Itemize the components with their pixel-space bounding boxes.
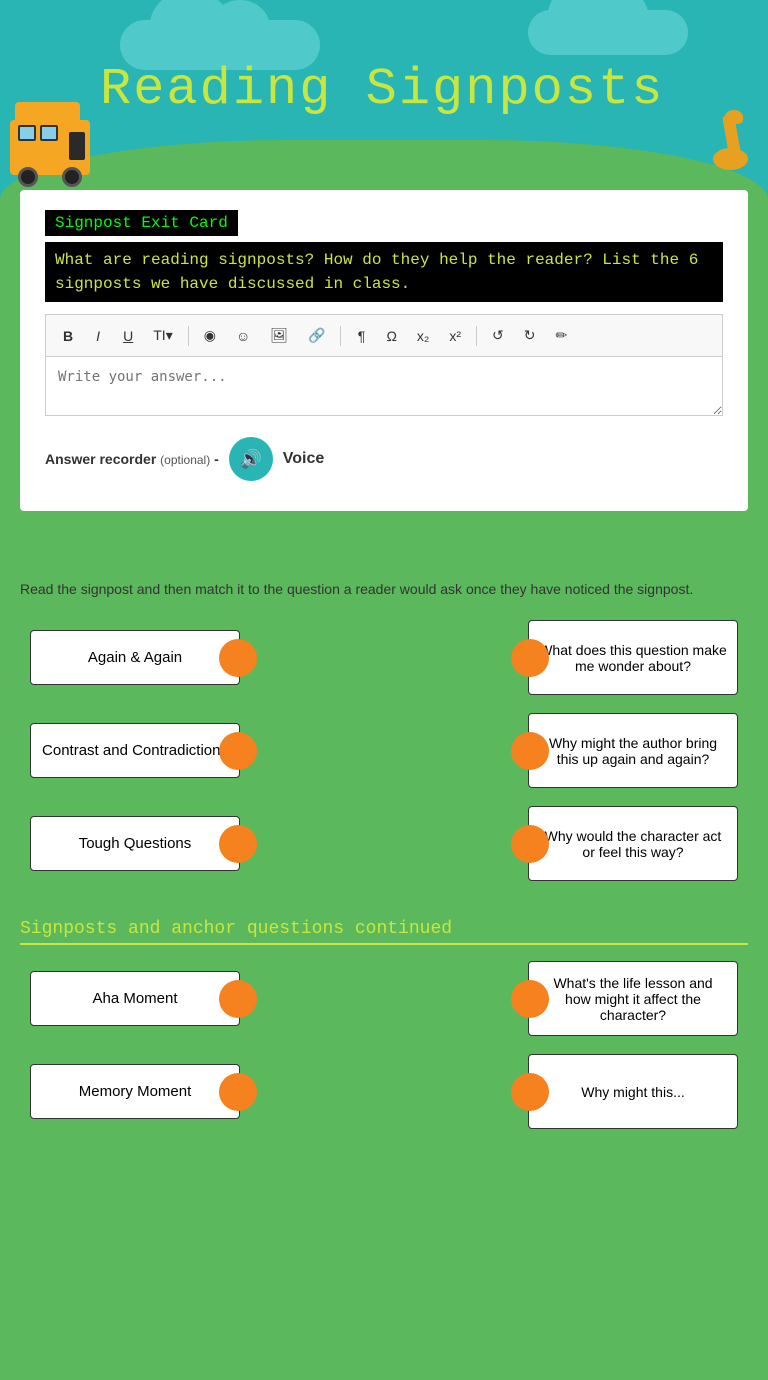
bus-door bbox=[69, 132, 85, 160]
bus-window-2 bbox=[40, 125, 58, 141]
main-card: Signpost Exit Card What are reading sign… bbox=[20, 190, 748, 511]
section2-title: Signposts and anchor questions continued bbox=[20, 919, 748, 945]
signpost-box-2[interactable]: Contrast and Contradictions bbox=[30, 723, 240, 778]
answer-box-4[interactable]: What's the life lesson and how might it … bbox=[528, 961, 738, 1036]
signpost-circle-4 bbox=[219, 980, 257, 1018]
undo-button[interactable]: ↺ bbox=[485, 323, 511, 348]
superscript-button[interactable]: x² bbox=[442, 324, 468, 348]
signpost-circle-2 bbox=[219, 732, 257, 770]
answer-input[interactable] bbox=[45, 356, 723, 416]
image-button[interactable]: 🖼 bbox=[263, 323, 295, 348]
answer-box-1[interactable]: What does this question make me wonder a… bbox=[528, 620, 738, 695]
matching-row-1: Again & Again What does this question ma… bbox=[30, 620, 738, 695]
matching-row-4: Aha Moment What's the life lesson and ho… bbox=[30, 961, 738, 1036]
recorder-label: Answer recorder (optional) - bbox=[45, 451, 219, 467]
answer-circle-3 bbox=[511, 825, 549, 863]
speaker-icon: 🔊 bbox=[240, 449, 262, 470]
toolbar-divider-2 bbox=[340, 326, 341, 346]
link-button[interactable]: 🔗 bbox=[301, 323, 332, 348]
signpost-circle-5 bbox=[219, 1073, 257, 1111]
matching-row-5: Memory Moment Why might this... bbox=[30, 1054, 738, 1129]
recorder-voice-label: Voice bbox=[283, 450, 325, 468]
recorder-button[interactable]: 🔊 bbox=[229, 437, 273, 481]
bold-button[interactable]: B bbox=[56, 324, 80, 348]
text-style-button[interactable]: TI▾ bbox=[146, 323, 179, 348]
matching-row-3: Tough Questions Why would the character … bbox=[30, 806, 738, 881]
giraffe bbox=[708, 110, 748, 180]
section2-bg: Signposts and anchor questions continued… bbox=[0, 899, 768, 1187]
section1-title: Matching the signpost to an anchor quest… bbox=[20, 541, 748, 567]
bus-top bbox=[15, 102, 80, 122]
signpost-box-5[interactable]: Memory Moment bbox=[30, 1064, 240, 1119]
signpost-box-3[interactable]: Tough Questions bbox=[30, 816, 240, 871]
emoji-button[interactable]: ☺ bbox=[229, 324, 257, 348]
section2: Signposts and anchor questions continued… bbox=[0, 899, 768, 1157]
answer-circle-5 bbox=[511, 1073, 549, 1111]
header: Reading Signposts bbox=[0, 0, 768, 200]
answer-box-2[interactable]: Why might the author bring this up again… bbox=[528, 713, 738, 788]
color-button[interactable]: ◉ bbox=[197, 323, 223, 348]
answer-circle-2 bbox=[511, 732, 549, 770]
toolbar-divider-3 bbox=[476, 326, 477, 346]
toolbar-divider-1 bbox=[188, 326, 189, 346]
section1-description: Read the signpost and then match it to t… bbox=[20, 579, 748, 600]
matching-container-2: Aha Moment What's the life lesson and ho… bbox=[20, 961, 748, 1129]
cloud-right bbox=[528, 10, 688, 55]
answer-circle-1 bbox=[511, 639, 549, 677]
signpost-circle-1 bbox=[219, 639, 257, 677]
exit-card-question: What are reading signposts? How do they … bbox=[45, 242, 723, 302]
answer-recorder-row: Answer recorder (optional) - 🔊 Voice bbox=[45, 437, 723, 481]
subscript-button[interactable]: x₂ bbox=[410, 324, 436, 348]
paragraph-button[interactable]: ¶ bbox=[349, 324, 373, 348]
school-bus bbox=[10, 120, 90, 175]
answer-box-5[interactable]: Why might this... bbox=[528, 1054, 738, 1129]
exit-card-title: Signpost Exit Card bbox=[45, 210, 238, 236]
bus-wheel-right bbox=[62, 167, 82, 187]
clear-format-button[interactable]: ✏ bbox=[549, 323, 575, 348]
omega-button[interactable]: Ω bbox=[379, 324, 403, 348]
matching-container: Again & Again What does this question ma… bbox=[20, 620, 748, 881]
giraffe-body bbox=[713, 148, 748, 170]
italic-button[interactable]: I bbox=[86, 324, 110, 348]
signpost-box-1[interactable]: Again & Again bbox=[30, 630, 240, 685]
signpost-circle-3 bbox=[219, 825, 257, 863]
page-title: Reading Signposts bbox=[100, 60, 708, 119]
matching-row-2: Contrast and Contradictions Why might th… bbox=[30, 713, 738, 788]
bus-body bbox=[10, 120, 90, 175]
editor-toolbar: B I U TI▾ ◉ ☺ 🖼 🔗 ¶ Ω x₂ x² ↺ ↻ ✏ bbox=[45, 314, 723, 356]
answer-box-3[interactable]: Why would the character act or feel this… bbox=[528, 806, 738, 881]
redo-button[interactable]: ↻ bbox=[517, 323, 543, 348]
section-matching: Matching the signpost to an anchor quest… bbox=[20, 541, 748, 881]
underline-button[interactable]: U bbox=[116, 324, 140, 348]
bus-window-1 bbox=[18, 125, 36, 141]
answer-circle-4 bbox=[511, 980, 549, 1018]
signpost-box-4[interactable]: Aha Moment bbox=[30, 971, 240, 1026]
bus-wheel-left bbox=[18, 167, 38, 187]
